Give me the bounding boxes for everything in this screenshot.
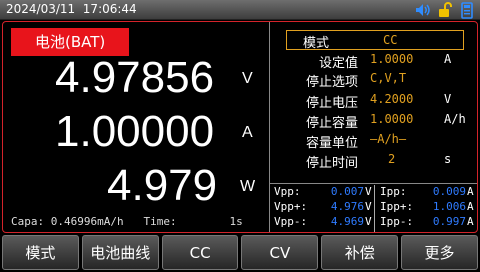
softkey-mode[interactable]: 模式 bbox=[2, 235, 79, 270]
setting-value: —A/h— bbox=[370, 132, 407, 146]
measurement-key: Vpp-: bbox=[274, 215, 308, 228]
horizontal-divider bbox=[270, 183, 477, 184]
capacity-time-readout: Capa: 0.46996mA/h Time: 1s bbox=[11, 215, 243, 228]
measurement-key: Ipp-: bbox=[380, 215, 414, 228]
softkey-bar: 模式 电池曲线 CC CV 补偿 更多 bbox=[0, 235, 480, 272]
status-icons bbox=[414, 1, 476, 19]
setting-key: 设定值 bbox=[318, 56, 358, 71]
measurement-value: 0.007 bbox=[330, 185, 364, 198]
setting-row[interactable]: 停止容量 1.0000 A/h bbox=[270, 112, 477, 131]
setting-row[interactable]: 设定值 1.0000 A bbox=[270, 52, 477, 71]
mode-setting-row[interactable]: 模式 CC bbox=[286, 30, 464, 51]
setting-value: C,V,T bbox=[370, 71, 407, 85]
measurement-key: Vpp: bbox=[274, 185, 301, 198]
voltage-value: 4.97856 bbox=[55, 53, 215, 102]
current-value: 1.00000 bbox=[55, 107, 215, 156]
main-panel: 电池(BAT) 4.97856 V 1.00000 A 4.979 W Capa… bbox=[2, 21, 478, 233]
measurement-value: 0.997 bbox=[432, 215, 466, 228]
setting-unit: V bbox=[444, 92, 452, 106]
measurement-unit: V bbox=[365, 200, 372, 213]
setting-unit: A/h bbox=[444, 112, 466, 126]
measurement-row: Vpp-: 4.969 V Ipp-: 0.997 A bbox=[270, 215, 477, 230]
softkey-battery-curve[interactable]: 电池曲线 bbox=[81, 235, 159, 270]
measurement-unit: V bbox=[365, 185, 372, 198]
setting-key: 停止容量 bbox=[305, 116, 358, 131]
measurement-key: Ipp: bbox=[380, 185, 407, 198]
readout-panel: 电池(BAT) 4.97856 V 1.00000 A 4.979 W Capa… bbox=[3, 22, 269, 232]
measurement-unit: A bbox=[467, 200, 474, 213]
measurement-key: Vpp+: bbox=[274, 200, 308, 213]
speaker-icon[interactable] bbox=[414, 1, 432, 19]
setting-unit: A bbox=[444, 52, 452, 66]
softkey-compensation[interactable]: 补偿 bbox=[321, 235, 399, 270]
setting-key: 停止选项 bbox=[305, 75, 358, 90]
mode-setting-label: 模式 bbox=[303, 36, 330, 51]
measurement-unit: V bbox=[365, 215, 372, 228]
mode-label: 电池(BAT) bbox=[11, 28, 129, 56]
ripple-measurements: Vpp: 0.007 V Ipp: 0.009 A Vpp+: 4.976 V … bbox=[270, 185, 477, 232]
measurement-row: Vpp+: 4.976 V Ipp+: 1.006 A bbox=[270, 200, 477, 215]
measurement-row: Vpp: 0.007 V Ipp: 0.009 A bbox=[270, 185, 477, 200]
status-bar: 2024/03/11 17:06:44 bbox=[0, 0, 480, 20]
usb-storage-icon[interactable] bbox=[458, 1, 476, 19]
settings-panel: 模式 CC 设定值 1.0000 A 停止选项 C,V,T 停止电压 4.200… bbox=[270, 22, 477, 182]
setting-key: 容量单位 bbox=[305, 136, 358, 151]
measurement-value: 4.969 bbox=[330, 215, 364, 228]
datetime: 2024/03/11 17:06:44 bbox=[6, 2, 137, 16]
setting-key: 停止时间 bbox=[305, 156, 358, 171]
setting-key: 停止电压 bbox=[305, 96, 358, 111]
measurement-value: 0.009 bbox=[432, 185, 466, 198]
setting-value: 1.0000 bbox=[370, 52, 414, 66]
setting-row[interactable]: 容量单位 —A/h— bbox=[270, 132, 477, 151]
power-unit: W bbox=[240, 178, 256, 195]
power-value: 4.979 bbox=[107, 161, 218, 210]
measurement-unit: A bbox=[467, 215, 474, 228]
current-unit: A bbox=[242, 124, 253, 141]
mode-setting-value: CC bbox=[383, 33, 398, 47]
unlock-icon[interactable] bbox=[436, 1, 454, 19]
setting-row[interactable]: 停止时间 2 s bbox=[270, 152, 477, 171]
setting-row[interactable]: 停止电压 4.2000 V bbox=[270, 92, 477, 111]
softkey-cc[interactable]: CC bbox=[161, 235, 239, 270]
softkey-cv[interactable]: CV bbox=[241, 235, 319, 270]
softkey-more[interactable]: 更多 bbox=[401, 235, 478, 270]
setting-value: 1.0000 bbox=[370, 112, 414, 126]
measurement-unit: A bbox=[467, 185, 474, 198]
measurement-value: 1.006 bbox=[432, 200, 466, 213]
setting-row[interactable]: 停止选项 C,V,T bbox=[270, 71, 477, 90]
measurement-key: Ipp+: bbox=[380, 200, 414, 213]
voltage-unit: V bbox=[242, 70, 253, 87]
measurement-value: 4.976 bbox=[330, 200, 364, 213]
setting-unit: s bbox=[444, 152, 452, 166]
setting-value: 4.2000 bbox=[370, 92, 414, 106]
setting-value: 2 bbox=[388, 152, 396, 166]
